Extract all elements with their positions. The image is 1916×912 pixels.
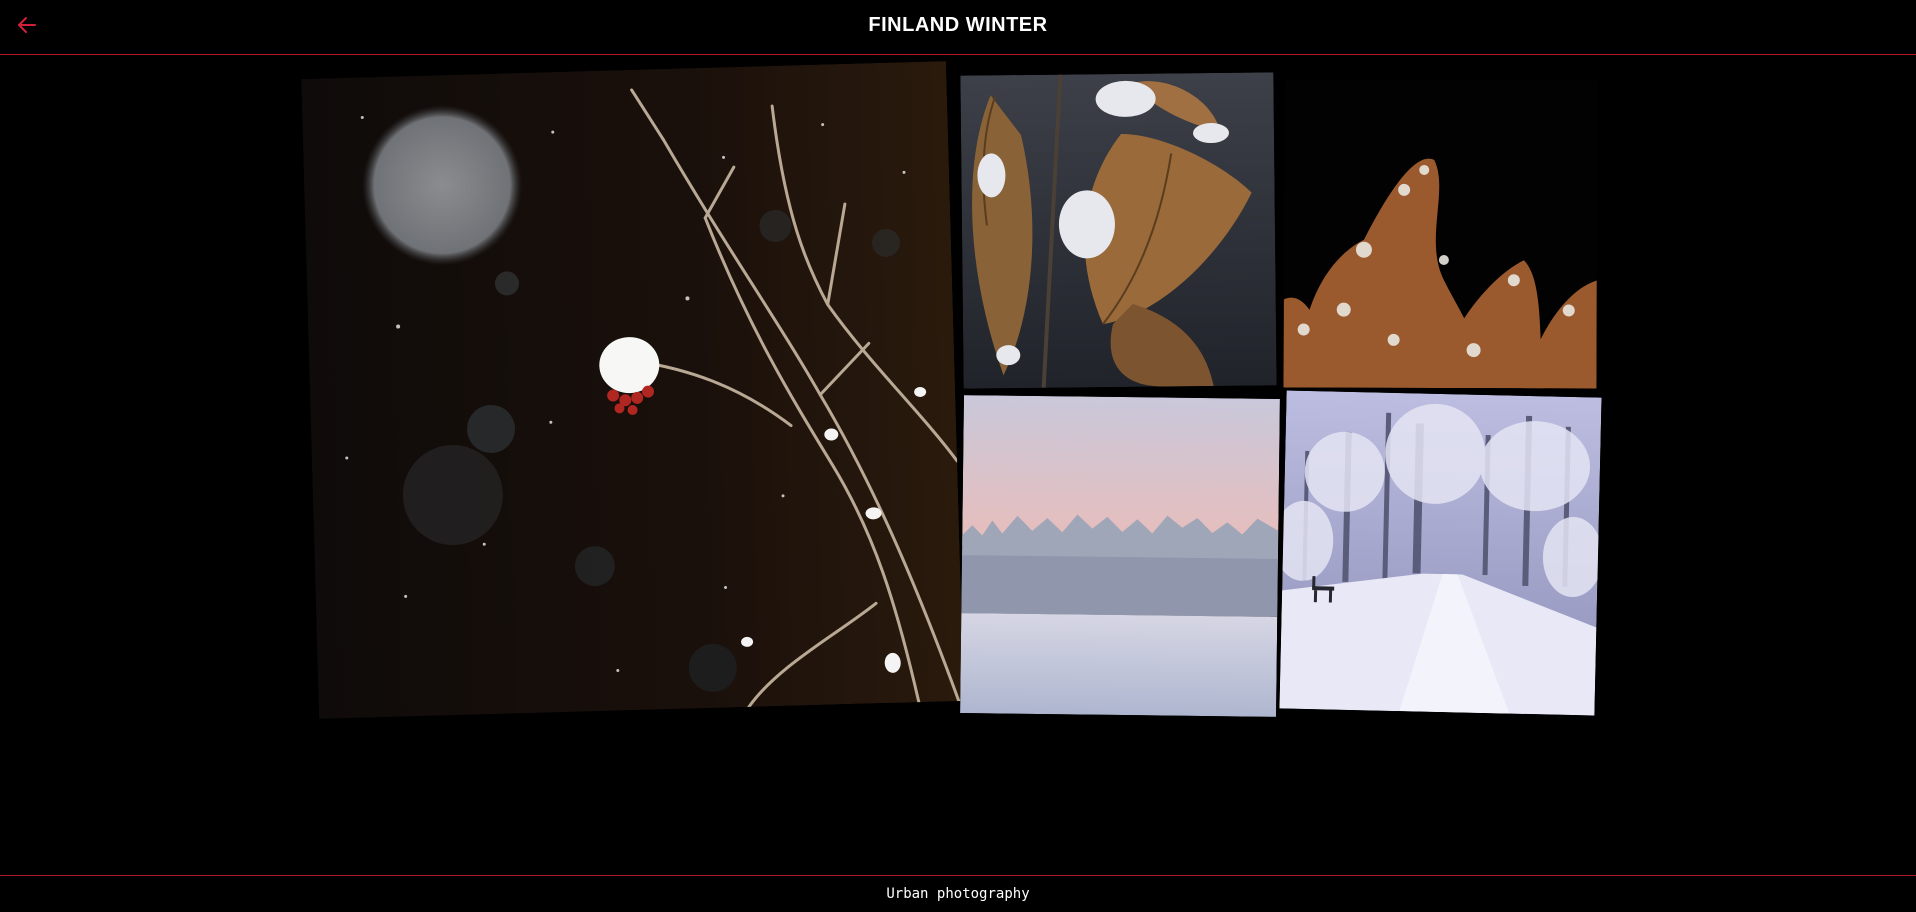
footer-bar: Urban photography (0, 875, 1916, 912)
header-bar: FINLAND WINTER (0, 0, 1916, 55)
photo-night-berries[interactable] (301, 61, 964, 719)
photo-snowy-oak-leaves[interactable] (960, 72, 1277, 389)
photo-frozen-lake[interactable] (960, 395, 1280, 717)
page-title: FINLAND WINTER (868, 14, 1048, 36)
footer-label: Urban photography (886, 886, 1030, 902)
photo-frosted-shrub[interactable] (1283, 79, 1598, 389)
photo-forest-path[interactable] (1279, 390, 1602, 716)
